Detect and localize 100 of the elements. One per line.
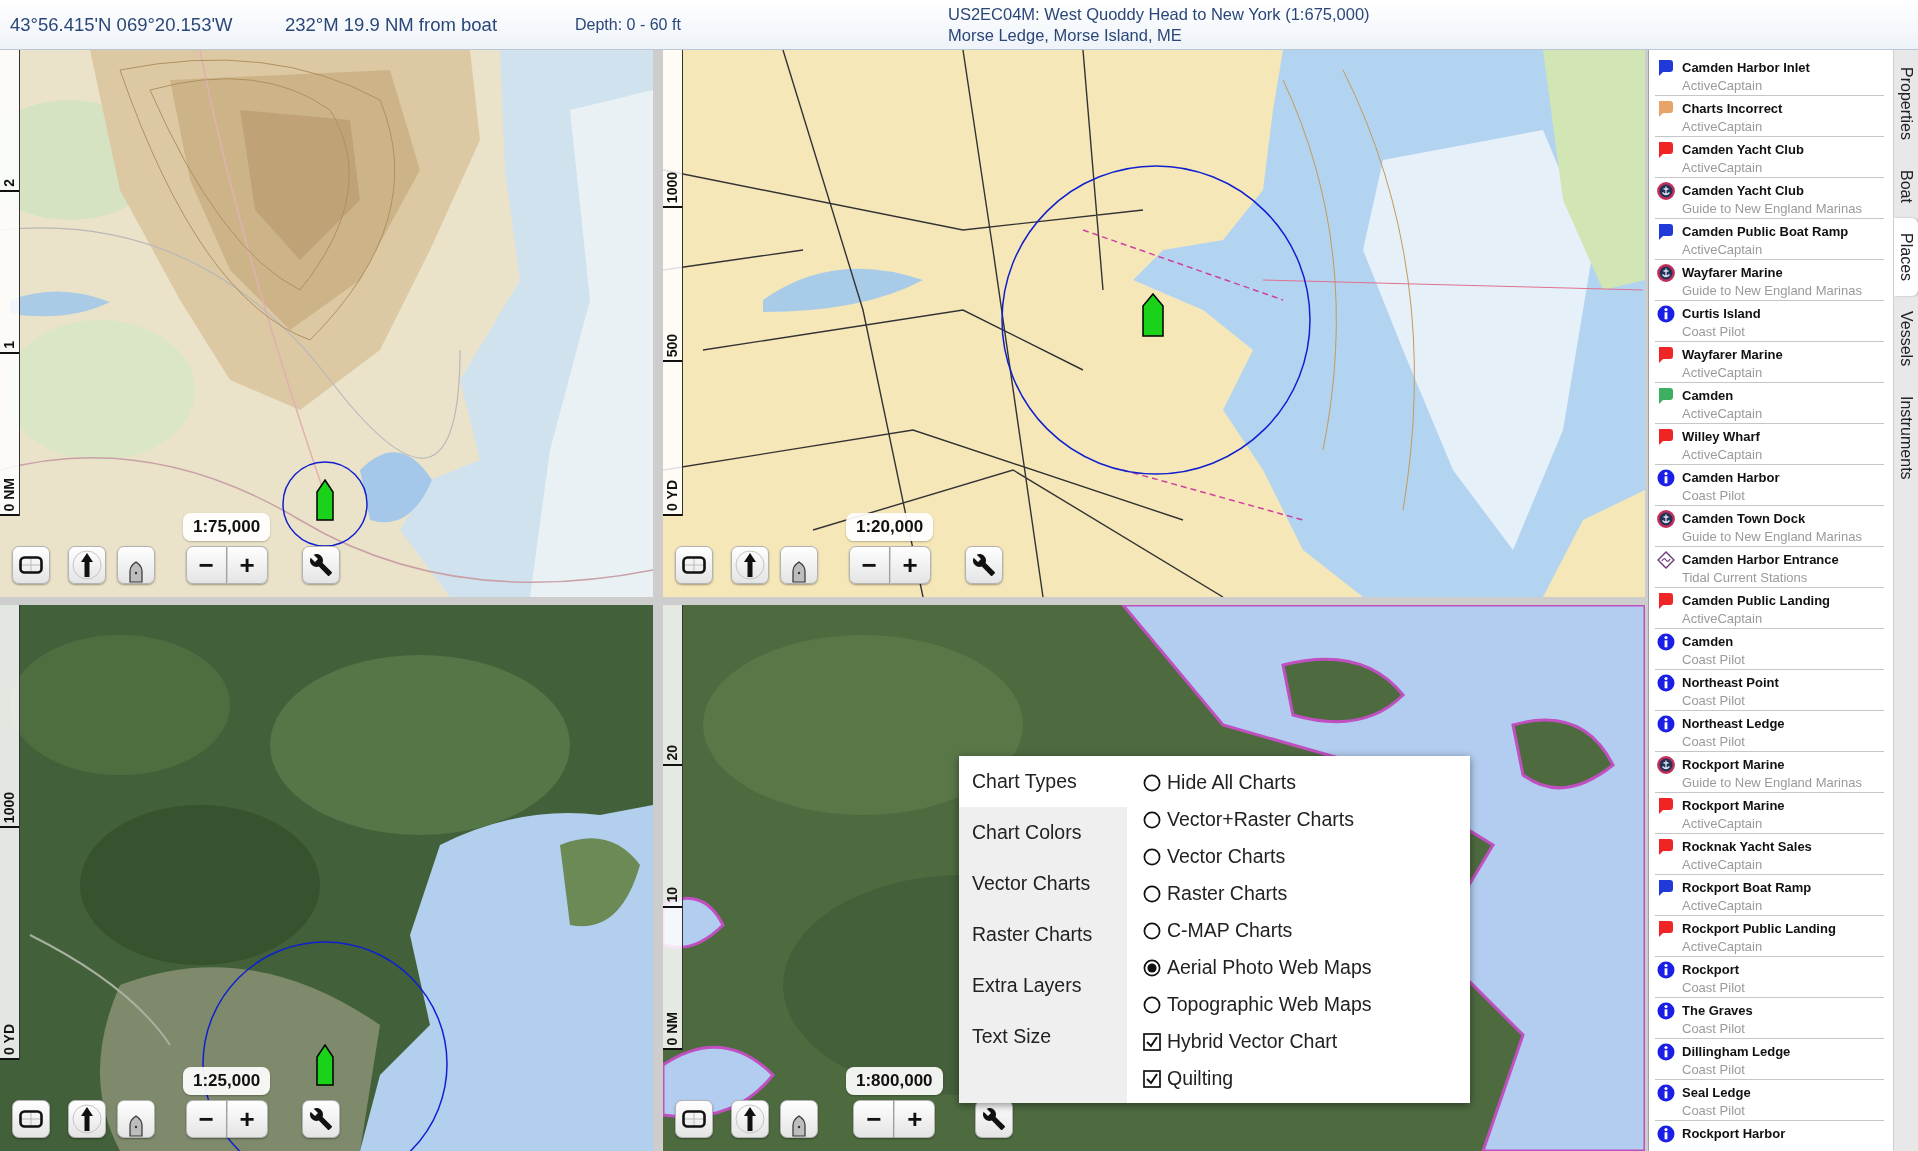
map-scale-label: 1:75,000 bbox=[183, 513, 271, 541]
menu-category[interactable]: Raster Charts bbox=[959, 909, 1127, 960]
menu-category[interactable]: Extra Layers bbox=[959, 960, 1127, 1011]
radio-option[interactable]: Aerial Photo Web Maps bbox=[1143, 949, 1372, 986]
place-source: ActiveCaptain bbox=[1682, 77, 1763, 94]
place-list-item[interactable]: The Graves Coast Pilot bbox=[1655, 998, 1884, 1039]
place-list-item[interactable]: Northeast Ledge Coast Pilot bbox=[1655, 711, 1884, 752]
info-icon bbox=[1657, 961, 1675, 979]
settings-button[interactable] bbox=[302, 546, 341, 584]
settings-button[interactable] bbox=[302, 1100, 341, 1138]
place-list-item[interactable]: Rockport Marine Guide to New England Marinas bbox=[1655, 752, 1884, 793]
north-up-button[interactable] bbox=[731, 1100, 769, 1138]
radio-icon[interactable] bbox=[1143, 773, 1161, 792]
north-up-button[interactable] bbox=[68, 1100, 106, 1138]
boat-button[interactable] bbox=[117, 1100, 155, 1138]
place-name: Rocknak Yacht Sales bbox=[1682, 838, 1812, 856]
side-tab[interactable]: Places bbox=[1894, 217, 1918, 296]
split-view-button[interactable] bbox=[12, 546, 50, 584]
radio-option[interactable]: Raster Charts bbox=[1143, 875, 1288, 912]
wrench-icon bbox=[972, 553, 997, 577]
place-list-item[interactable]: Camden Harbor Coast Pilot bbox=[1655, 465, 1884, 506]
place-list-item[interactable]: Dillingham Ledge Coast Pilot bbox=[1655, 1039, 1884, 1080]
radio-option[interactable]: Hide All Charts bbox=[1143, 764, 1296, 801]
place-source: ActiveCaptain bbox=[1682, 446, 1763, 463]
boat-button[interactable] bbox=[780, 546, 818, 584]
place-list-item[interactable]: Camden Harbor Entrance Tidal Current Stations bbox=[1655, 547, 1884, 588]
place-source: ActiveCaptain bbox=[1682, 815, 1763, 832]
settings-button[interactable] bbox=[965, 546, 1004, 584]
radio-icon[interactable] bbox=[1143, 884, 1161, 903]
place-name: Camden Yacht Club bbox=[1682, 141, 1804, 159]
north-up-button[interactable] bbox=[731, 546, 769, 584]
place-list-item[interactable]: Charts Incorrect ActiveCaptain bbox=[1655, 96, 1884, 137]
menu-category[interactable]: Vector Charts bbox=[959, 858, 1127, 909]
split-view-button[interactable] bbox=[675, 1100, 713, 1138]
side-tab[interactable]: Boat bbox=[1894, 154, 1918, 218]
side-tab[interactable]: Vessels bbox=[1894, 295, 1918, 381]
place-list-item[interactable]: Camden Town Dock Guide to New England Marinas bbox=[1655, 506, 1884, 547]
place-name: Dillingham Ledge bbox=[1682, 1043, 1791, 1061]
place-list-item[interactable]: Camden Public Landing ActiveCaptain bbox=[1655, 588, 1884, 629]
place-list-item[interactable]: Camden Yacht Club Guide to New England Marinas bbox=[1655, 178, 1884, 219]
split-view-button[interactable] bbox=[675, 546, 713, 584]
radio-option[interactable]: Vector+Raster Charts bbox=[1143, 801, 1354, 838]
place-name: Camden Yacht Club bbox=[1682, 182, 1804, 200]
radio-option[interactable]: C-MAP Charts bbox=[1143, 912, 1293, 949]
side-tab[interactable]: Instruments bbox=[1894, 381, 1918, 495]
split-view-button[interactable] bbox=[12, 1100, 50, 1138]
place-list-item[interactable]: Northeast Point Coast Pilot bbox=[1655, 670, 1884, 711]
radio-icon[interactable] bbox=[1143, 995, 1161, 1014]
place-source: Coast Pilot bbox=[1682, 1102, 1745, 1119]
north-up-button[interactable] bbox=[68, 546, 106, 584]
place-list-item[interactable]: Camden Public Boat Ramp ActiveCaptain bbox=[1655, 219, 1884, 260]
place-list-item[interactable]: Camden Yacht Club ActiveCaptain bbox=[1655, 137, 1884, 178]
radio-icon[interactable] bbox=[1143, 810, 1161, 829]
boat-button[interactable] bbox=[117, 546, 155, 584]
checkbox-option[interactable]: Quilting bbox=[1143, 1060, 1234, 1097]
radio-icon[interactable] bbox=[1143, 958, 1161, 977]
place-list-item[interactable]: Rockport Boat Ramp ActiveCaptain bbox=[1655, 875, 1884, 916]
zoom-out-button[interactable]: − bbox=[185, 1100, 227, 1138]
place-list-item[interactable]: Rockport Public Landing ActiveCaptain bbox=[1655, 916, 1884, 957]
checkbox-option[interactable]: Hybrid Vector Chart bbox=[1143, 1023, 1338, 1060]
menu-category[interactable]: Chart Colors bbox=[959, 807, 1127, 858]
place-list-item[interactable]: Camden ActiveCaptain bbox=[1655, 383, 1884, 424]
place-source: ActiveCaptain bbox=[1682, 856, 1763, 873]
place-name: Rockport bbox=[1682, 961, 1740, 979]
map-scale-label: 1:20,000 bbox=[846, 513, 934, 541]
menu-category[interactable]: Chart Types bbox=[959, 756, 1127, 807]
checkbox-icon[interactable] bbox=[1143, 1069, 1161, 1088]
boat-button[interactable] bbox=[780, 1100, 818, 1138]
zoom-in-button[interactable]: + bbox=[894, 1100, 936, 1138]
radio-icon[interactable] bbox=[1143, 921, 1161, 940]
zoom-in-button[interactable]: + bbox=[226, 1100, 268, 1138]
place-list-item[interactable]: Willey Wharf ActiveCaptain bbox=[1655, 424, 1884, 465]
place-list-item[interactable]: Wayfarer Marine ActiveCaptain bbox=[1655, 342, 1884, 383]
side-tab[interactable]: Properties bbox=[1894, 52, 1918, 155]
place-list-item[interactable]: Rockport Harbor bbox=[1655, 1121, 1884, 1151]
place-list-item[interactable]: Seal Ledge Coast Pilot bbox=[1655, 1080, 1884, 1121]
radio-icon[interactable] bbox=[1143, 847, 1161, 866]
info-icon bbox=[1657, 305, 1675, 323]
zoom-out-button[interactable]: − bbox=[853, 1100, 895, 1138]
place-list-item[interactable]: Wayfarer Marine Guide to New England Marinas bbox=[1655, 260, 1884, 301]
place-name: Camden bbox=[1682, 387, 1734, 405]
place-list-item[interactable]: Rockport Marine ActiveCaptain bbox=[1655, 793, 1884, 834]
zoom-out-button[interactable]: − bbox=[848, 546, 890, 584]
zoom-out-button[interactable]: − bbox=[185, 546, 227, 584]
place-list-item[interactable]: Rockport Coast Pilot bbox=[1655, 957, 1884, 998]
place-name: Northeast Point bbox=[1682, 674, 1779, 692]
window-panes-icon bbox=[19, 1110, 43, 1128]
place-list-item[interactable]: Rocknak Yacht Sales ActiveCaptain bbox=[1655, 834, 1884, 875]
radio-option[interactable]: Topographic Web Maps bbox=[1143, 986, 1372, 1023]
place-list-item[interactable]: Camden Harbor Inlet ActiveCaptain bbox=[1655, 55, 1884, 96]
place-list-item[interactable]: Curtis Island Coast Pilot bbox=[1655, 301, 1884, 342]
menu-category[interactable]: Text Size bbox=[959, 1011, 1127, 1062]
place-name: Rockport Public Landing bbox=[1682, 920, 1836, 938]
place-source: Guide to New England Marinas bbox=[1682, 282, 1862, 299]
checkbox-icon[interactable] bbox=[1143, 1032, 1161, 1051]
position-readout: 43°56.415'N 069°20.153'W bbox=[9, 13, 234, 36]
place-list-item[interactable]: Camden Coast Pilot bbox=[1655, 629, 1884, 670]
zoom-in-button[interactable]: + bbox=[889, 546, 931, 584]
zoom-in-button[interactable]: + bbox=[226, 546, 268, 584]
radio-option[interactable]: Vector Charts bbox=[1143, 838, 1286, 875]
